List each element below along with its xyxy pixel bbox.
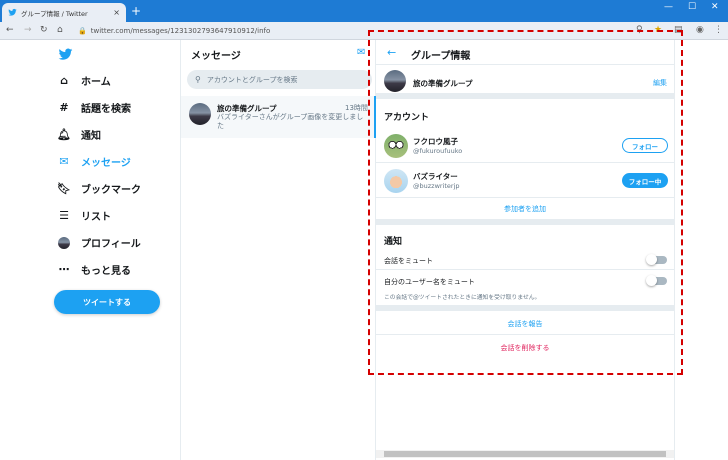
sidebar-item-label: リスト <box>81 212 111 223</box>
twitter-logo-icon[interactable] <box>57 47 74 62</box>
add-participants-link[interactable]: 参加者を追加 <box>376 199 674 225</box>
mute-mentions-toggle[interactable] <box>646 275 667 286</box>
window-close-icon[interactable]: ✕ <box>711 2 719 12</box>
sidebar-item-label: もっと見る <box>81 266 131 277</box>
minimize-icon[interactable]: — <box>664 2 673 12</box>
owl-avatar <box>384 134 408 158</box>
mute-mentions-note: この会話で@ツイートされたときに通知を受け取りません。 <box>384 295 541 301</box>
menu-dots-icon[interactable]: ⋮ <box>714 25 723 35</box>
messages-title: メッセージ <box>191 51 241 62</box>
conversation-item[interactable]: 旅の準備グループ 13時間 バズライターさんがグループ画像を変更しました <box>181 96 376 138</box>
sidebar-item-explore[interactable]: # 話題を検索 <box>57 100 131 115</box>
hashtag-icon: # <box>59 101 69 114</box>
new-message-icon[interactable]: ✉ <box>357 47 365 58</box>
sidebar-item-home[interactable]: ⌂ ホーム <box>57 73 111 88</box>
close-tab-icon[interactable]: × <box>113 8 120 17</box>
following-button[interactable]: フォロー中 <box>622 173 668 188</box>
member-row[interactable]: バズライター @buzzwriterjp フォロー中 <box>376 164 674 198</box>
section-divider <box>376 305 674 311</box>
messages-column: メッセージ ✉ ⚲ アカウントとグループを検索 旅の準備グループ 13時間 バズ… <box>181 40 376 460</box>
group-info-header: ← グループ情報 <box>376 40 674 65</box>
follow-button[interactable]: フォロー <box>622 138 668 153</box>
member-name: フクロウ風子 <box>413 137 458 146</box>
page-title: グループ情報 <box>411 51 471 62</box>
tab-title: グループ情報 / Twitter <box>21 9 88 18</box>
buzzwriter-avatar <box>384 169 408 193</box>
profile-avatar-icon <box>57 236 71 250</box>
sidebar-item-label: 話題を検索 <box>81 104 131 115</box>
sidebar-item-bookmarks[interactable]: 🔖︎ ブックマーク <box>57 181 141 196</box>
search-icon: ⚲ <box>195 75 201 84</box>
horizontal-scrollbar[interactable] <box>376 450 674 458</box>
browser-tab[interactable]: グループ情報 / Twitter × <box>2 3 126 22</box>
forward-nav-icon[interactable]: → <box>24 25 32 35</box>
back-nav-icon[interactable]: ← <box>6 25 14 35</box>
account-icon[interactable]: ◉ <box>696 25 704 35</box>
bell-icon: 🔔︎ <box>57 128 71 141</box>
notifications-section-title: 通知 <box>384 237 403 247</box>
sidebar-item-profile[interactable]: プロフィール <box>57 235 141 250</box>
search-placeholder: アカウントとグループを検索 <box>206 75 298 84</box>
toggle-knob <box>646 254 657 265</box>
twitter-favicon-icon <box>8 8 17 16</box>
mute-conversation-label: 会話をミュート <box>384 257 433 265</box>
lock-icon: 🔒 <box>78 27 87 35</box>
mute-mentions-row: 自分のユーザー名をミュート <box>376 271 674 291</box>
member-handle: @fukuroufuuko <box>413 147 463 155</box>
sidebar-item-label: 通知 <box>81 131 101 142</box>
bookmark-star-icon[interactable]: ★ <box>654 25 662 35</box>
key-icon[interactable]: ⚲ <box>636 25 643 35</box>
more-icon: ⋯ <box>58 263 70 276</box>
sidebar-item-label: プロフィール <box>81 239 141 250</box>
conversation-snippet: バズライターさんがグループ画像を変更しました <box>217 113 364 130</box>
browser-titlebar: グループ情報 / Twitter × + — ☐ ✕ <box>0 0 728 22</box>
right-gutter <box>674 40 728 460</box>
sidebar-item-lists[interactable]: ☰ リスト <box>57 208 111 223</box>
home-nav-icon[interactable]: ⌂ <box>57 25 63 35</box>
url-field[interactable]: 🔒 twitter.com/messages/123130279364791091… <box>78 27 270 35</box>
list-icon: ☰ <box>59 209 69 222</box>
conversation-time: 13時間 <box>345 104 368 112</box>
member-handle: @buzzwriterjp <box>413 182 460 190</box>
group-avatar <box>384 70 406 92</box>
extension-icon[interactable]: ▤ <box>674 25 683 35</box>
delete-conversation-link[interactable]: 会話を削除する <box>376 337 674 359</box>
edit-link[interactable]: 編集 <box>653 78 667 88</box>
group-name: 旅の準備グループ <box>413 79 473 88</box>
search-input[interactable]: ⚲ アカウントとグループを検索 <box>187 70 372 89</box>
sidebar-item-label: メッセージ <box>81 158 131 169</box>
sidebar-item-messages[interactable]: ✉ メッセージ <box>57 154 131 169</box>
twitter-app: ⌂ ホーム # 話題を検索 🔔︎ 通知 ✉ メッセージ 🔖︎ ブックマーク ☰ … <box>0 40 728 460</box>
scrollbar-thumb[interactable] <box>384 451 666 457</box>
member-row[interactable]: フクロウ風子 @fukuroufuuko フォロー <box>376 129 674 163</box>
back-arrow-icon[interactable]: ← <box>387 46 396 59</box>
accounts-section-title: アカウント <box>384 113 430 123</box>
maximize-icon[interactable]: ☐ <box>688 2 696 12</box>
sidebar-item-label: ブックマーク <box>81 185 141 196</box>
envelope-icon: ✉ <box>59 155 69 168</box>
new-tab-button[interactable]: + <box>131 5 141 17</box>
toggle-knob <box>646 275 657 286</box>
group-avatar <box>189 103 211 125</box>
left-navigation: ⌂ ホーム # 話題を検索 🔔︎ 通知 ✉ メッセージ 🔖︎ ブックマーク ☰ … <box>0 40 181 460</box>
report-conversation-link[interactable]: 会話を報告 <box>376 313 674 335</box>
mute-conversation-row: 会話をミュート <box>376 250 674 270</box>
reload-icon[interactable]: ↻ <box>40 25 48 35</box>
url-text: twitter.com/messages/1231302793647910912… <box>90 27 271 35</box>
tweet-button[interactable]: ツイートする <box>54 290 160 314</box>
mute-mentions-label: 自分のユーザー名をミュート <box>384 278 475 286</box>
sidebar-item-notifications[interactable]: 🔔︎ 通知 <box>57 127 101 142</box>
sidebar-item-more[interactable]: ⋯ もっと見る <box>57 262 132 277</box>
mute-conversation-toggle[interactable] <box>646 254 667 265</box>
bookmark-icon: 🔖︎ <box>57 182 71 195</box>
sidebar-item-label: ホーム <box>81 77 111 88</box>
group-row: 旅の準備グループ 編集 <box>376 65 674 99</box>
member-name: バズライター <box>413 172 458 181</box>
home-icon: ⌂ <box>60 74 68 87</box>
